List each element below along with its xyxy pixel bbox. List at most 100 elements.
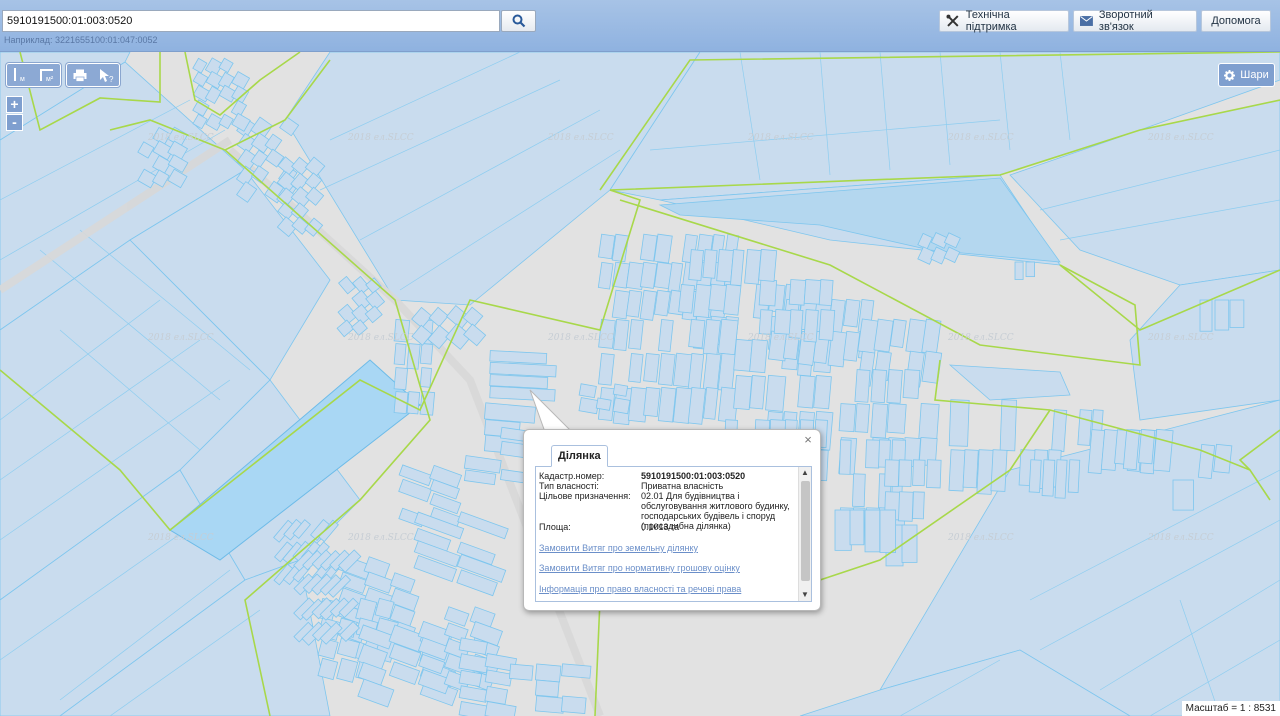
- close-icon[interactable]: ×: [801, 433, 815, 447]
- parcel[interactable]: [818, 309, 836, 341]
- order-valuation-extract-link[interactable]: Замовити Витяг про нормативну грошову оц…: [539, 563, 740, 573]
- parcel[interactable]: [1229, 299, 1245, 328]
- parcel[interactable]: [393, 343, 407, 366]
- help-button[interactable]: Допомога: [1201, 10, 1271, 32]
- parcel[interactable]: [484, 701, 517, 716]
- parcel[interactable]: [250, 149, 269, 169]
- popup-scrollbar[interactable]: ▲ ▼: [798, 467, 811, 601]
- parcel[interactable]: [879, 509, 897, 553]
- parcel[interactable]: [1028, 459, 1042, 493]
- layers-button[interactable]: Шари: [1218, 63, 1275, 87]
- parcel[interactable]: [990, 449, 1008, 492]
- parcel[interactable]: [733, 374, 753, 410]
- measure-area-button[interactable]: м²: [35, 64, 61, 86]
- cadastral-search-input[interactable]: [2, 10, 500, 32]
- parcel[interactable]: [508, 663, 534, 681]
- parcel[interactable]: [364, 305, 383, 324]
- order-extract-link[interactable]: Замовити Витяг про земельну ділянку: [539, 543, 698, 553]
- parcel[interactable]: [749, 375, 766, 410]
- parcel[interactable]: [749, 338, 768, 374]
- tab-parcel[interactable]: Ділянка: [551, 445, 608, 467]
- parcel[interactable]: [1077, 409, 1093, 446]
- parcel[interactable]: [218, 113, 234, 130]
- parcel[interactable]: [406, 391, 421, 415]
- parcel[interactable]: [1051, 409, 1068, 453]
- parcel[interactable]: [192, 99, 210, 117]
- parcel[interactable]: [962, 449, 979, 489]
- parcel[interactable]: [612, 383, 629, 397]
- parcel[interactable]: [886, 369, 903, 404]
- parcel[interactable]: [723, 283, 742, 316]
- parcel[interactable]: [678, 283, 696, 314]
- parcel[interactable]: [419, 367, 433, 388]
- parcel[interactable]: [702, 249, 718, 279]
- parcel[interactable]: [758, 248, 778, 282]
- parcel[interactable]: [264, 133, 283, 153]
- zoom-in-button[interactable]: +: [6, 96, 23, 113]
- parcel[interactable]: [534, 679, 560, 698]
- parcel[interactable]: [865, 439, 881, 469]
- parcel[interactable]: [489, 350, 548, 365]
- parcel[interactable]: [834, 509, 852, 551]
- parcel[interactable]: [926, 459, 942, 489]
- parcel[interactable]: [843, 298, 861, 328]
- parcel[interactable]: [463, 323, 487, 347]
- parcel[interactable]: [854, 369, 871, 403]
- print-button[interactable]: [67, 64, 93, 86]
- parcel[interactable]: [898, 459, 913, 487]
- parcel[interactable]: [788, 279, 807, 306]
- ownership-info-link[interactable]: Інформація про право власності та речові…: [539, 584, 741, 594]
- parcel[interactable]: [849, 509, 865, 546]
- parcel[interactable]: [884, 459, 900, 487]
- parcel[interactable]: [561, 663, 592, 679]
- parcel[interactable]: [912, 491, 925, 520]
- parcel[interactable]: [628, 319, 644, 350]
- parcel[interactable]: [643, 352, 660, 383]
- parcel[interactable]: [628, 353, 644, 383]
- parcel[interactable]: [948, 399, 970, 447]
- parcel[interactable]: [419, 343, 434, 365]
- parcel[interactable]: [597, 261, 614, 290]
- parcel[interactable]: [338, 275, 357, 295]
- parcel[interactable]: [864, 509, 881, 553]
- parcel[interactable]: [613, 318, 630, 352]
- parcel[interactable]: [912, 459, 926, 487]
- parcel[interactable]: [192, 57, 208, 74]
- parcel[interactable]: [702, 387, 719, 420]
- parcel[interactable]: [1054, 459, 1068, 499]
- parcel[interactable]: [317, 657, 339, 681]
- parcel[interactable]: [758, 279, 778, 307]
- parcel[interactable]: [389, 572, 416, 593]
- parcel[interactable]: [854, 403, 870, 433]
- parcel[interactable]: [692, 283, 713, 319]
- parcel[interactable]: [598, 233, 616, 260]
- parcel[interactable]: [733, 338, 753, 372]
- parcel[interactable]: [534, 695, 565, 714]
- parcel[interactable]: [870, 403, 889, 439]
- identify-button[interactable]: ?: [94, 64, 120, 86]
- parcel[interactable]: [818, 279, 834, 307]
- parcel[interactable]: [560, 695, 587, 715]
- parcel[interactable]: [838, 439, 852, 475]
- parcel[interactable]: [192, 71, 209, 88]
- scroll-thumb[interactable]: [801, 481, 810, 581]
- parcel[interactable]: [653, 289, 671, 317]
- parcel[interactable]: [1214, 299, 1230, 331]
- parcel[interactable]: [898, 491, 914, 522]
- parcel[interactable]: [597, 352, 615, 386]
- measure-distance-button[interactable]: м: [8, 64, 34, 86]
- scroll-up-icon[interactable]: ▲: [799, 467, 811, 479]
- parcel[interactable]: [578, 397, 600, 415]
- parcel[interactable]: [657, 352, 676, 386]
- parcel[interactable]: [612, 397, 631, 415]
- parcel[interactable]: [657, 319, 674, 353]
- parcel[interactable]: [357, 678, 395, 708]
- parcel[interactable]: [948, 449, 966, 492]
- search-button[interactable]: [501, 10, 536, 32]
- zoom-out-button[interactable]: -: [6, 114, 23, 131]
- parcel[interactable]: [231, 85, 250, 104]
- parcel[interactable]: [902, 369, 921, 400]
- parcel[interactable]: [688, 318, 706, 349]
- parcel[interactable]: [765, 374, 787, 412]
- parcel[interactable]: [688, 249, 704, 281]
